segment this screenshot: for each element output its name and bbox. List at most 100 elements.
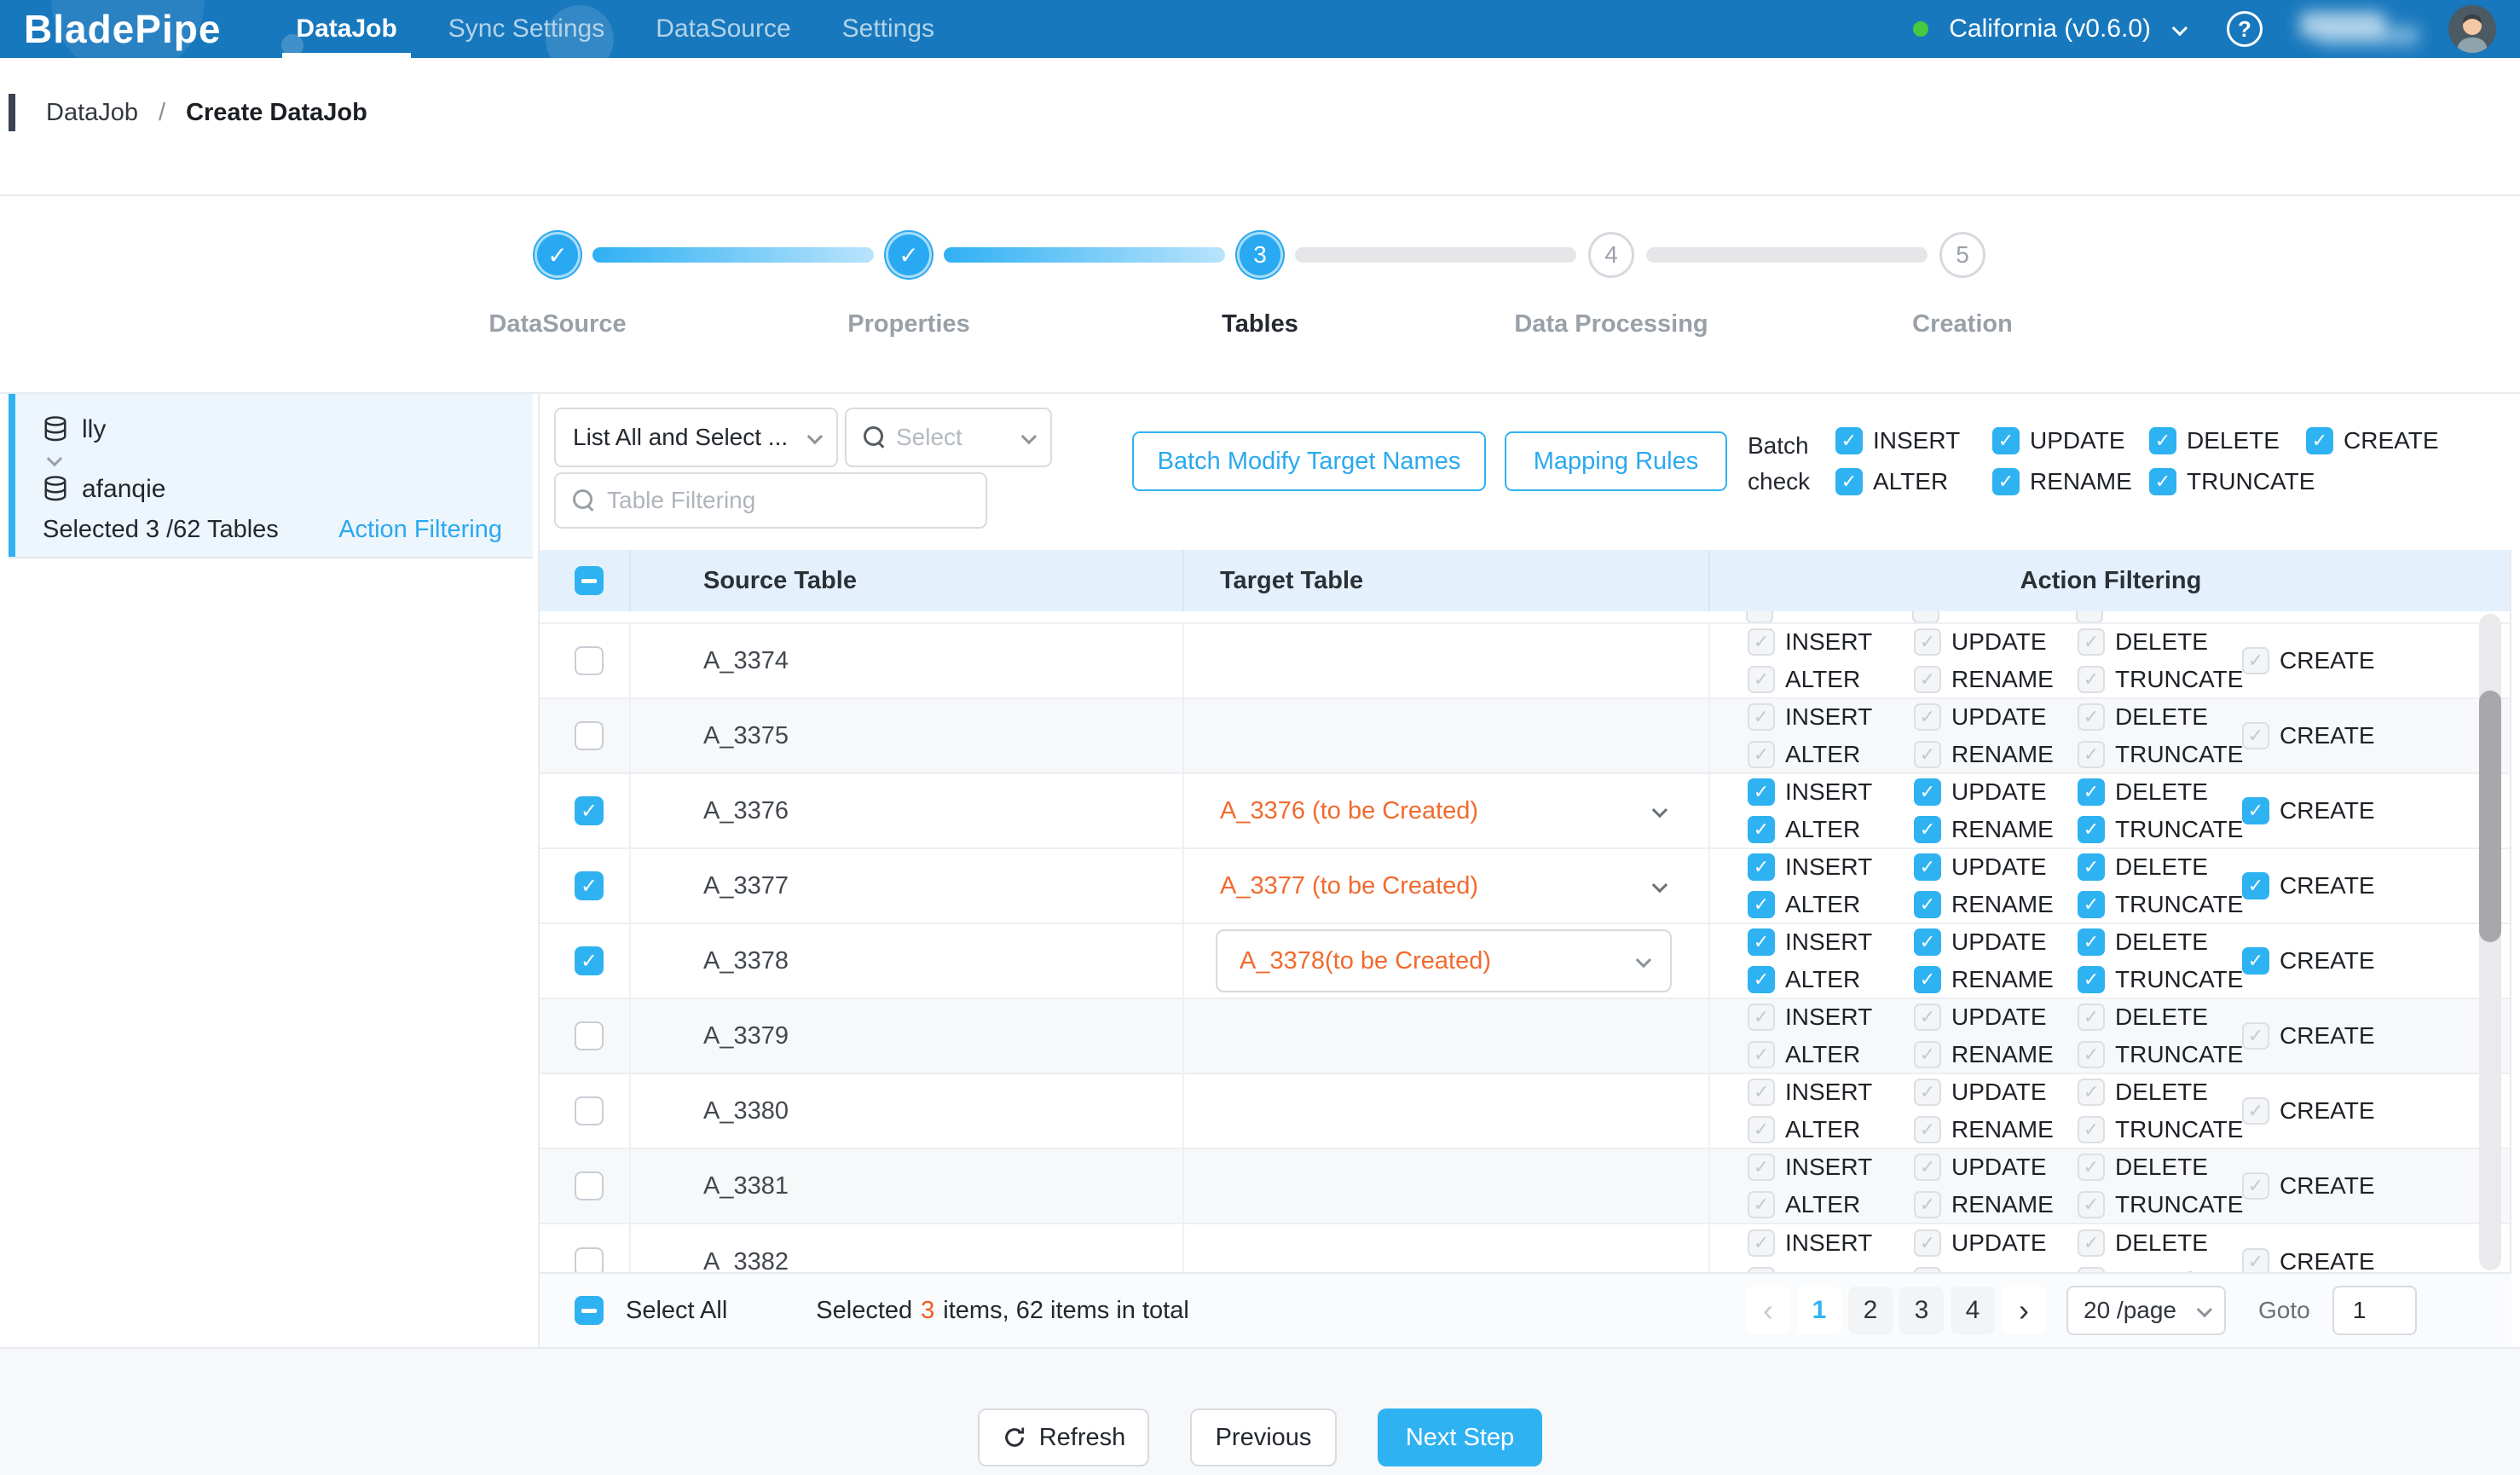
action-filter-item: RENAME bbox=[1914, 1264, 2078, 1272]
row-select-checkbox[interactable] bbox=[575, 871, 604, 900]
chevron-down-icon[interactable] bbox=[1652, 801, 1667, 817]
nav-item-sync-settings[interactable]: Sync Settings bbox=[423, 0, 630, 58]
action-checkbox-delete[interactable] bbox=[2149, 427, 2176, 454]
action-filter-column: INSERTALTER bbox=[1748, 1151, 1914, 1221]
action-filter-item: RENAME bbox=[1914, 888, 2078, 921]
action-checkbox-insert[interactable] bbox=[1748, 853, 1775, 881]
breadcrumb-parent[interactable]: DataJob bbox=[46, 99, 138, 127]
action-checkbox-rename[interactable] bbox=[1914, 816, 1941, 843]
action-checkbox-update[interactable] bbox=[1914, 928, 1941, 956]
table-scrollbar[interactable] bbox=[2479, 614, 2501, 1270]
select-all-checkbox[interactable] bbox=[575, 1296, 604, 1325]
page-button-4[interactable]: 4 bbox=[1951, 1287, 1995, 1334]
action-label: TRUNCATE bbox=[2115, 666, 2243, 693]
row-checkbox-cell bbox=[540, 774, 629, 847]
table-filter-input[interactable]: Table Filtering bbox=[554, 472, 987, 529]
action-checkbox-create[interactable] bbox=[2306, 427, 2333, 454]
previous-button[interactable]: Previous bbox=[1190, 1408, 1337, 1466]
action-checkbox-insert[interactable] bbox=[1835, 427, 1863, 454]
action-filter-column: INSERTALTER bbox=[1748, 1227, 1914, 1272]
action-checkbox-update[interactable] bbox=[1992, 427, 2020, 454]
selection-summary: Selected 3 /62 Tables bbox=[43, 516, 279, 544]
app-logo: BladePipe bbox=[24, 6, 221, 52]
action-label: TRUNCATE bbox=[2115, 816, 2243, 843]
chevron-down-icon[interactable] bbox=[2172, 20, 2188, 35]
action-filter-item: ALTER bbox=[1748, 963, 1914, 996]
action-checkbox-truncate[interactable] bbox=[2078, 966, 2105, 993]
row-checkbox-cell bbox=[540, 1074, 629, 1148]
action-filter-column: CREATE bbox=[2242, 1095, 2375, 1127]
goto-page-input[interactable] bbox=[2332, 1286, 2417, 1335]
list-mode-select[interactable]: List All and Select ... bbox=[554, 408, 838, 467]
scrollbar-thumb[interactable] bbox=[2479, 691, 2501, 942]
action-label: ALTER bbox=[1785, 666, 1860, 693]
action-filter-column: INSERTALTER bbox=[1748, 926, 1914, 996]
action-checkbox-rename[interactable] bbox=[1992, 468, 2020, 495]
action-checkbox-update[interactable] bbox=[1914, 853, 1941, 881]
action-checkbox-alter[interactable] bbox=[1748, 816, 1775, 843]
nav-item-settings[interactable]: Settings bbox=[817, 0, 960, 58]
action-filter-column: INSERTALTER bbox=[1748, 1076, 1914, 1146]
action-checkbox-alter[interactable] bbox=[1748, 891, 1775, 918]
action-checkbox-delete[interactable] bbox=[2078, 853, 2105, 881]
action-label: UPDATE bbox=[2030, 427, 2125, 454]
action-checkbox-create[interactable] bbox=[2242, 947, 2269, 975]
search-icon bbox=[864, 426, 886, 448]
page-button-1[interactable]: 1 bbox=[1797, 1287, 1841, 1334]
avatar[interactable] bbox=[2448, 5, 2496, 53]
action-checkbox-create[interactable] bbox=[2242, 872, 2269, 899]
source-table-name: A_3374 bbox=[703, 647, 789, 675]
row-select-checkbox[interactable] bbox=[575, 946, 604, 975]
action-checkbox-create[interactable] bbox=[2242, 797, 2269, 824]
source-table-name: A_3377 bbox=[703, 872, 789, 900]
page-button-2[interactable]: 2 bbox=[1848, 1287, 1893, 1334]
action-label: UPDATE bbox=[1951, 928, 2047, 956]
step-check-icon bbox=[886, 232, 932, 278]
action-checkbox-update[interactable] bbox=[1914, 778, 1941, 806]
page-button-3[interactable]: 3 bbox=[1899, 1287, 1944, 1334]
action-checkbox-alter[interactable] bbox=[1748, 966, 1775, 993]
action-checkbox-truncate[interactable] bbox=[2149, 468, 2176, 495]
action-checkbox-insert[interactable] bbox=[1748, 928, 1775, 956]
action-checkbox-delete[interactable] bbox=[2078, 778, 2105, 806]
action-checkbox-create bbox=[2242, 1097, 2269, 1125]
action-filter-item: TRUNCATE bbox=[2149, 466, 2306, 498]
row-select-checkbox[interactable] bbox=[575, 1096, 604, 1125]
row-select-checkbox[interactable] bbox=[575, 1171, 604, 1200]
row-select-checkbox[interactable] bbox=[575, 796, 604, 825]
action-checkbox-rename[interactable] bbox=[1914, 891, 1941, 918]
action-checkbox-truncate[interactable] bbox=[2078, 891, 2105, 918]
next-page-button[interactable]: › bbox=[2002, 1287, 2046, 1334]
row-select-checkbox[interactable] bbox=[575, 721, 604, 750]
refresh-button[interactable]: Refresh bbox=[978, 1408, 1149, 1466]
row-select-checkbox[interactable] bbox=[575, 1021, 604, 1050]
action-checkbox-truncate[interactable] bbox=[2078, 816, 2105, 843]
column-select[interactable]: Select bbox=[845, 408, 1052, 467]
table-row: A_3380INSERTALTERUPDATERENAMEDELETETRUNC… bbox=[540, 1074, 2510, 1149]
row-select-checkbox[interactable] bbox=[575, 1247, 604, 1272]
region-selector[interactable]: California (v0.6.0) bbox=[1949, 14, 2151, 43]
action-checkbox-delete[interactable] bbox=[2078, 928, 2105, 956]
next-step-button[interactable]: Next Step bbox=[1378, 1408, 1542, 1466]
action-checkbox-rename[interactable] bbox=[1914, 966, 1941, 993]
action-filtering-link[interactable]: Action Filtering bbox=[338, 516, 502, 544]
action-filter-item: CREATE bbox=[2242, 720, 2375, 752]
action-checkbox-insert[interactable] bbox=[1748, 778, 1775, 806]
action-label: INSERT bbox=[1873, 427, 1960, 454]
row-select-checkbox[interactable] bbox=[575, 646, 604, 675]
header-select-checkbox[interactable] bbox=[575, 566, 604, 595]
table-row: A_3382INSERTALTERUPDATERENAMEDELETETRUNC… bbox=[540, 1224, 2510, 1272]
target-table-select[interactable]: A_3378(to be Created) bbox=[1216, 929, 1672, 992]
action-checkbox-create bbox=[2242, 647, 2269, 674]
action-checkbox-alter[interactable] bbox=[1835, 468, 1863, 495]
page-size-select[interactable]: 20 /page bbox=[2066, 1286, 2226, 1335]
nav-item-datajob[interactable]: DataJob bbox=[270, 0, 422, 58]
batch-modify-target-names-button[interactable]: Batch Modify Target Names bbox=[1132, 431, 1486, 491]
mapping-rules-button[interactable]: Mapping Rules bbox=[1505, 431, 1727, 491]
table-filter-placeholder: Table Filtering bbox=[607, 487, 755, 514]
help-icon[interactable]: ? bbox=[2227, 11, 2263, 47]
prev-page-button[interactable]: ‹ bbox=[1746, 1287, 1790, 1334]
nav-item-datasource[interactable]: DataSource bbox=[630, 0, 816, 58]
chevron-down-icon[interactable] bbox=[1652, 876, 1667, 892]
datasource-pair-card[interactable]: lly afanqie Selected 3 /62 Tables Acti bbox=[9, 394, 533, 558]
